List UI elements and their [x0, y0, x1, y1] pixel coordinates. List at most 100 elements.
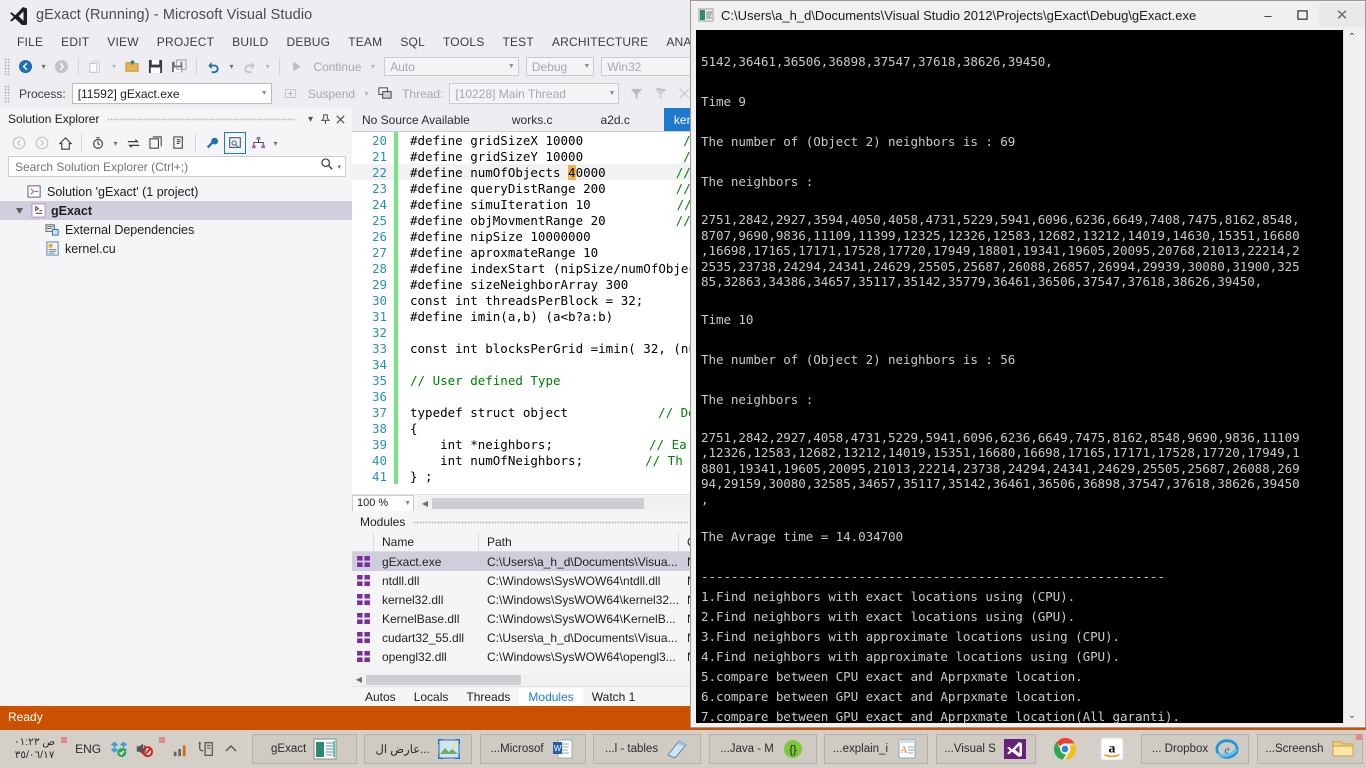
scroll-left-icon[interactable]: ◀: [352, 675, 366, 684]
zoom-combo[interactable]: 100 % ▼: [352, 494, 414, 512]
pending-changes-icon[interactable]: [87, 132, 109, 154]
menu-build[interactable]: BUILD: [223, 33, 277, 51]
taskbar-button-dropbox-ie[interactable]: ... Dropbox e: [1141, 734, 1250, 764]
table-row[interactable]: KernelBase.dll C:\Windows\SysWOW64\Kerne…: [352, 609, 700, 628]
solution-config-combo[interactable]: Debug ▼: [525, 57, 595, 76]
console-title-bar[interactable]: C:\Users\a_h_d\Documents\Visual Studio 2…: [691, 1, 1365, 29]
language-indicator[interactable]: ENG: [73, 742, 103, 756]
scrollbar-thumb[interactable]: [366, 674, 521, 685]
properties-wrench-icon[interactable]: [201, 132, 223, 154]
scroll-up-icon[interactable]: ⌃: [1348, 32, 1356, 43]
save-icon[interactable]: [145, 56, 166, 78]
tab-locals[interactable]: Locals: [405, 688, 458, 706]
pending-changes-dropdown-icon[interactable]: ▾: [110, 132, 121, 154]
sync-icon[interactable]: [122, 132, 144, 154]
home-icon[interactable]: [54, 132, 76, 154]
volume-muted-icon[interactable]: [134, 740, 153, 759]
menu-edit[interactable]: EDIT: [52, 33, 98, 51]
tab-autos[interactable]: Autos: [356, 688, 405, 706]
toolbar-grip[interactable]: [4, 57, 10, 76]
table-row[interactable]: opengl32.dll C:\Windows\SysWOW64\opengl3…: [352, 647, 700, 666]
tab-threads[interactable]: Threads: [457, 688, 519, 706]
table-row[interactable]: gExact.exe C:\Users\a_h_d\Documents\Visu…: [352, 552, 700, 571]
menu-architecture[interactable]: ARCHITECTURE: [543, 33, 657, 51]
search-dropdown-icon[interactable]: ▾: [334, 163, 341, 171]
show-desktop-indicator[interactable]: [1356, 734, 1362, 740]
save-all-icon[interactable]: [168, 56, 189, 78]
menu-team[interactable]: TEAM: [339, 33, 391, 51]
pane-drag-handle[interactable]: [107, 113, 295, 125]
continue-label[interactable]: Continue: [309, 60, 365, 74]
solution-explorer-search[interactable]: ▾: [8, 156, 346, 177]
filter-clear-icon[interactable]: [649, 83, 671, 105]
toolbar-grip[interactable]: [4, 84, 10, 103]
column-header-path[interactable]: Path: [479, 532, 679, 552]
thread-combo[interactable]: [10228] Main Thread ▼: [449, 83, 620, 104]
toolbar-overflow-icon[interactable]: ▾: [270, 132, 281, 154]
tree-item-external-dependencies[interactable]: External Dependencies: [0, 220, 352, 239]
open-file-icon[interactable]: [122, 56, 143, 78]
tab-a2d-c[interactable]: a2d.c: [591, 108, 640, 131]
tab-no-source-available[interactable]: No Source Available: [352, 108, 480, 131]
search-input[interactable]: [15, 159, 321, 174]
menu-sql[interactable]: SQL: [391, 33, 434, 51]
tree-item-kernel-cu[interactable]: kernel.cu: [0, 239, 352, 258]
table-row[interactable]: ntdll.dll C:\Windows\SysWOW64\ntdll.dll …: [352, 571, 700, 590]
taskbar-button-visual-studio[interactable]: ...Visual S: [935, 734, 1036, 764]
taskbar-button-microsoft-word[interactable]: ...Microsof W: [479, 734, 586, 764]
navigate-backward-icon[interactable]: [15, 56, 36, 78]
menu-debug[interactable]: DEBUG: [278, 33, 340, 51]
taskbar-button-amazon[interactable]: a: [1090, 734, 1134, 764]
thread-window-icon[interactable]: [374, 83, 396, 105]
suspend-dropdown-icon[interactable]: ▾: [361, 83, 372, 105]
editor-horizontal-scrollbar[interactable]: ◀: [418, 495, 700, 511]
preview-selected-items-icon[interactable]: [224, 132, 246, 154]
taskbar-button-chrome[interactable]: [1043, 734, 1087, 764]
close-icon[interactable]: [333, 112, 348, 127]
show-all-files-icon[interactable]: [168, 132, 190, 154]
redo-dropdown-icon[interactable]: ▾: [262, 56, 273, 78]
taskbar-button-screenshots-folder[interactable]: ...Screensh: [1256, 734, 1363, 764]
scrollbar-thumb[interactable]: [432, 497, 644, 509]
filter-icon[interactable]: [625, 83, 647, 105]
twisty-icon[interactable]: [14, 207, 25, 215]
suspend-label[interactable]: Suspend: [304, 87, 359, 101]
close-button[interactable]: ✕: [1319, 3, 1365, 27]
pin-icon[interactable]: [318, 112, 333, 127]
show-hidden-icons-icon[interactable]: [221, 740, 240, 759]
modules-horizontal-scrollbar[interactable]: ◀: [352, 673, 700, 686]
menu-file[interactable]: FILE: [8, 33, 52, 51]
debug-target-combo[interactable]: Auto ▼: [384, 57, 519, 76]
search-icon[interactable]: [320, 157, 334, 176]
scroll-left-icon[interactable]: ◀: [418, 499, 432, 508]
process-combo[interactable]: [11592] gExact.exe ▼: [71, 83, 272, 104]
taskbar-button-gexact[interactable]: gExact: [251, 734, 357, 764]
console-scrollbar[interactable]: ⌃ ⌄: [1343, 30, 1360, 723]
column-header-name[interactable]: Name: [374, 532, 479, 552]
usb-device-icon[interactable]: [196, 740, 215, 759]
taskbar-button-photo-viewer[interactable]: عارض ال...: [364, 734, 473, 764]
maximize-button[interactable]: [1285, 3, 1319, 27]
pane-menu-icon[interactable]: ▾: [303, 112, 318, 127]
menu-view[interactable]: VIEW: [98, 33, 147, 51]
pane-drag-handle[interactable]: [413, 516, 688, 528]
network-signal-icon[interactable]: [171, 740, 190, 759]
navigate-backward-dropdown-icon[interactable]: ▾: [38, 56, 49, 78]
table-row[interactable]: cudart32_55.dll C:\Users\a_h_d\Documents…: [352, 628, 700, 647]
tree-item-solution[interactable]: Solution 'gExact' (1 project): [0, 182, 352, 201]
tab-watch-1[interactable]: Watch 1: [583, 688, 645, 706]
solution-platform-combo[interactable]: Win32 ▼: [601, 57, 699, 76]
minimize-button[interactable]: –: [1251, 3, 1285, 27]
scroll-down-icon[interactable]: ⌄: [1348, 710, 1356, 721]
continue-dropdown-icon[interactable]: ▾: [367, 56, 378, 78]
code-editor[interactable]: 20 #define gridSizeX 10000// E 21 #define …: [352, 131, 700, 494]
table-row[interactable]: kernel32.dll C:\Windows\SysWOW64\kernel3…: [352, 590, 700, 609]
dropbox-icon[interactable]: [109, 740, 128, 759]
undo-dropdown-icon[interactable]: ▾: [226, 56, 237, 78]
tree-item-project-gexact[interactable]: gExact: [0, 201, 352, 220]
menu-project[interactable]: PROJECT: [148, 33, 223, 51]
menu-test[interactable]: TEST: [493, 33, 542, 51]
class-view-icon[interactable]: [247, 132, 269, 154]
clock[interactable]: ص ٠١:٢٣ ٣٥/٠٦/١٧: [14, 736, 55, 762]
tab-modules[interactable]: Modules: [519, 687, 583, 706]
